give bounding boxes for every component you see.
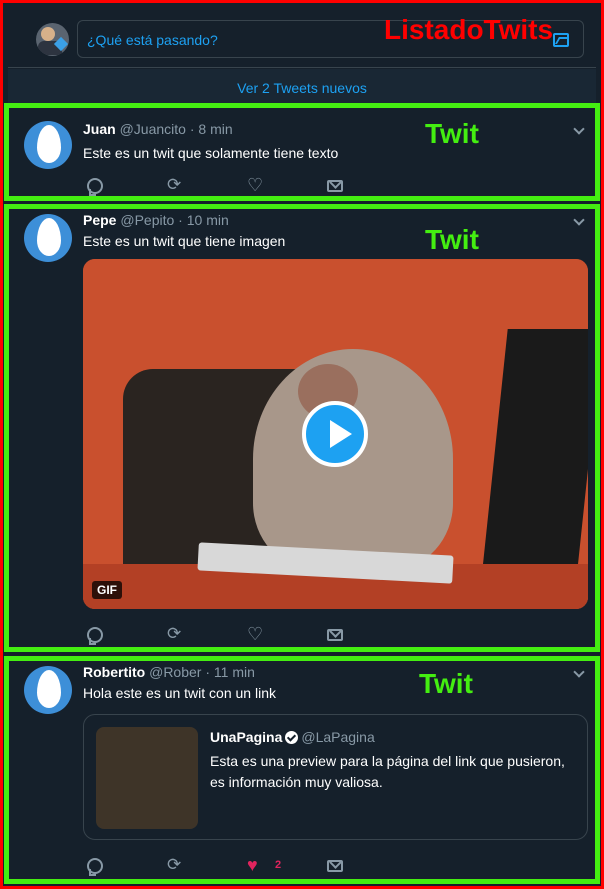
tweet-author-handle[interactable]: @Rober (149, 664, 201, 680)
reply-icon[interactable] (87, 858, 103, 876)
link-preview-card[interactable]: UnaPagina @LaPagina Esta es una preview p… (83, 714, 588, 840)
mail-icon[interactable] (327, 860, 343, 872)
image-icon[interactable] (553, 33, 569, 47)
reply-icon[interactable] (87, 627, 103, 645)
retweet-icon[interactable] (167, 175, 183, 195)
like-icon[interactable] (247, 624, 263, 645)
link-preview-header: UnaPagina @LaPagina (210, 729, 375, 745)
separator-dot: · (189, 121, 195, 137)
retweet-icon[interactable] (167, 624, 183, 644)
tweet-actions (85, 624, 355, 647)
tweet-author-name[interactable]: Juan (83, 121, 116, 137)
link-preview-image (96, 727, 198, 829)
tweet-text: Este es un twit que solamente tiene text… (83, 145, 339, 161)
tweet-header: Pepe @Pepito · 10 min (83, 212, 229, 228)
link-preview-description: Esta es una preview para la página del l… (210, 753, 565, 790)
tweet-author-handle[interactable]: @Pepito (120, 212, 174, 228)
tweet-card[interactable]: Juan @Juancito · 8 min Este es un twit q… (4, 103, 600, 201)
tweet-time[interactable]: 10 min (187, 212, 229, 228)
mail-icon[interactable] (327, 629, 343, 641)
like-count: 2 (275, 859, 282, 871)
annotation-listado: ListadoTwits (384, 14, 554, 45)
verified-icon (285, 731, 299, 744)
like-icon[interactable] (247, 855, 263, 876)
separator-dot: · (205, 664, 211, 680)
link-preview-handle: @LaPagina (301, 729, 375, 745)
tweet-time[interactable]: 11 min (214, 664, 255, 680)
play-icon[interactable] (302, 401, 368, 467)
tweet-author-name[interactable]: Pepe (83, 212, 116, 228)
like-icon[interactable] (247, 175, 263, 196)
avatar[interactable] (24, 214, 72, 262)
compose-placeholder: ¿Qué está pasando? (87, 32, 218, 48)
tweet-header: Robertito @Rober · 11 min (83, 664, 255, 680)
chevron-down-icon[interactable] (573, 666, 585, 678)
tweet-actions (85, 175, 355, 198)
new-tweets-button[interactable]: Ver 2 Tweets nuevos (8, 69, 596, 105)
avatar[interactable] (24, 121, 72, 169)
gif-badge: GIF (92, 581, 122, 599)
tweet-text: Este es un twit que tiene imagen (83, 233, 286, 249)
chevron-down-icon[interactable] (573, 214, 585, 226)
link-preview-name: UnaPagina (210, 729, 283, 745)
tweet-time[interactable]: 8 min (198, 121, 232, 137)
chevron-down-icon[interactable] (573, 123, 585, 135)
annotation-twit: Twit (425, 118, 479, 149)
separator-dot: · (178, 212, 183, 228)
annotation-twit: Twit (419, 668, 473, 699)
tweet-text: Hola este es un twit con un link (83, 685, 276, 701)
avatar[interactable] (24, 666, 72, 714)
tweet-author-handle[interactable]: @Juancito (120, 121, 186, 137)
tweet-actions: 2 (85, 855, 355, 878)
reply-icon[interactable] (87, 178, 103, 196)
tweet-card[interactable]: Pepe @Pepito · 10 min Este es un twit qu… (4, 204, 600, 652)
tweet-header: Juan @Juancito · 8 min (83, 121, 233, 137)
annotation-twit: Twit (425, 224, 479, 255)
tweet-card[interactable]: Robertito @Rober · 11 min Hola este es u… (4, 656, 600, 884)
tweet-author-name[interactable]: Robertito (83, 664, 145, 680)
retweet-icon[interactable] (167, 855, 183, 875)
mail-icon[interactable] (327, 180, 343, 192)
tweet-media[interactable]: GIF (83, 259, 588, 609)
avatar[interactable] (36, 23, 69, 56)
